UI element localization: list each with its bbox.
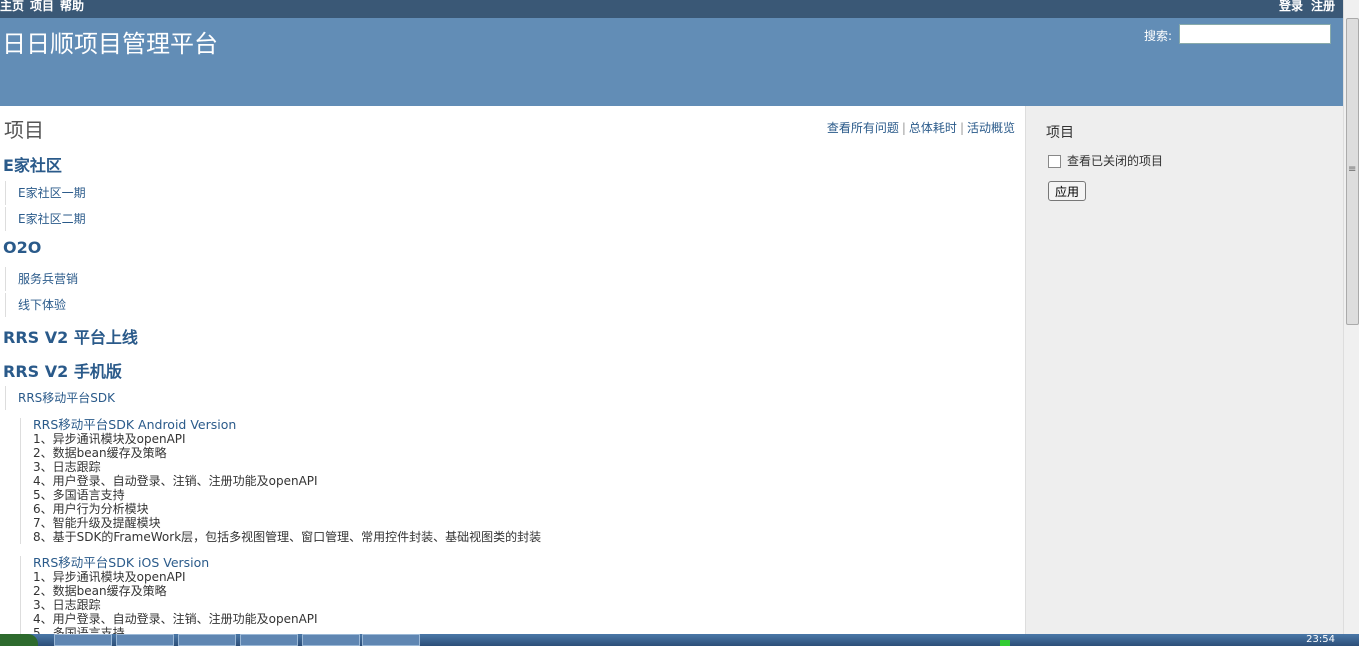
top-menu-help-link[interactable]: 帮助 — [60, 0, 84, 13]
project-link-rrs-v2[interactable]: RRS V2 平台上线 — [3, 324, 138, 348]
network-tray-icon[interactable] — [1000, 640, 1010, 646]
sdk-android-line: 8、基于SDK的FrameWork层，包括多视图管理、窗口管理、常用控件封装、基… — [33, 530, 542, 544]
contextual-links: 查看所有问题 | 总体耗时 | 活动概览 — [826, 121, 1015, 135]
taskbar-clock[interactable]: 23:54 — [1306, 634, 1335, 646]
sdk-android-line: 1、异步通讯模块及openAPI — [33, 432, 186, 446]
sdk-ios-line: 1、异步通讯模块及openAPI — [33, 570, 186, 584]
show-closed-label: 查看已关闭的项目 — [1067, 154, 1164, 168]
sdk-android-line: 5、多国语言支持 — [33, 488, 125, 502]
sdk-ios-line: 3、日志跟踪 — [33, 598, 101, 612]
login-link[interactable]: 登录 — [1279, 0, 1303, 13]
sdk-android-block: RRS移动平台SDK Android Version 1、异步通讯模块及open… — [20, 418, 541, 544]
taskbar-app-button[interactable] — [240, 634, 298, 646]
subproject-link[interactable]: E家社区二期 — [5, 207, 86, 231]
apply-button[interactable]: 应用 — [1048, 181, 1087, 201]
top-menu: 主页 项目 帮助 登录 注册 — [0, 0, 1343, 18]
taskbar-app-button[interactable] — [362, 634, 420, 646]
taskbar-app-button[interactable] — [116, 634, 174, 646]
search-label: 搜索: — [1144, 29, 1173, 43]
sdk-ios-line: 4、用户登录、自动登录、注销、注册功能及openAPI — [33, 612, 318, 626]
taskbar-app-button[interactable] — [54, 634, 112, 646]
os-taskbar: 23:54 — [0, 634, 1359, 646]
sdk-ios-link[interactable]: RRS移动平台SDK iOS Version — [33, 556, 318, 570]
subproject-link[interactable]: 线下体验 — [5, 293, 66, 317]
sdk-ios-line: 5、多国语言支持 — [33, 626, 125, 634]
site-title: 日日顺项目管理平台 — [2, 30, 218, 58]
sdk-android-link[interactable]: RRS移动平台SDK Android Version — [33, 418, 541, 432]
closed-projects-row: 查看已关闭的项目 — [1048, 152, 1163, 169]
subproject-link[interactable]: E家社区一期 — [5, 181, 86, 205]
start-button[interactable] — [0, 634, 38, 646]
sdk-ios-line: 2、数据bean缓存及策略 — [33, 584, 167, 598]
taskbar-app-button[interactable] — [178, 634, 236, 646]
sidebar: 项目 查看已关闭的项目 应用 — [1025, 106, 1344, 634]
sdk-android-line: 7、智能升级及提醒模块 — [33, 516, 161, 530]
sdk-android-line: 4、用户登录、自动登录、注销、注册功能及openAPI — [33, 474, 318, 488]
sdk-ios-block: RRS移动平台SDK iOS Version 1、异步通讯模块及openAPI … — [20, 556, 318, 634]
show-closed-checkbox[interactable] — [1048, 155, 1061, 168]
top-menu-projects-link[interactable]: 项目 — [30, 0, 54, 13]
scrollbar-grip-icon: ≡ — [1348, 164, 1357, 175]
taskbar-app-button[interactable] — [302, 634, 360, 646]
project-link-o2o[interactable]: O2O — [3, 238, 41, 257]
overall-time-link[interactable]: 总体耗时 — [909, 121, 957, 135]
search-input[interactable] — [1179, 24, 1331, 44]
project-link-rrs-v2-mobile[interactable]: RRS V2 手机版 — [3, 358, 122, 382]
page-title: 项目 — [4, 118, 44, 142]
view-all-issues-link[interactable]: 查看所有问题 — [827, 121, 899, 135]
activity-overview-link[interactable]: 活动概览 — [967, 121, 1015, 135]
sdk-android-line: 3、日志跟踪 — [33, 460, 101, 474]
subproject-link[interactable]: 服务兵营销 — [5, 267, 78, 291]
register-link[interactable]: 注册 — [1311, 0, 1335, 13]
sdk-android-line: 6、用户行为分析模块 — [33, 502, 149, 516]
main-content: 项目 查看所有问题 | 总体耗时 | 活动概览 E家社区 E家社区一期 E家社区二期 O… — [0, 106, 1025, 634]
subproject-link[interactable]: RRS移动平台SDK — [5, 386, 115, 410]
vertical-scrollbar[interactable]: ≡ — [1343, 0, 1359, 634]
top-menu-home-link[interactable]: 主页 — [0, 0, 24, 13]
sdk-android-line: 2、数据bean缓存及策略 — [33, 446, 167, 460]
sidebar-heading: 项目 — [1046, 125, 1074, 141]
project-link-ejia[interactable]: E家社区 — [3, 152, 62, 176]
header: 日日顺项目管理平台 搜索: — [0, 18, 1343, 106]
